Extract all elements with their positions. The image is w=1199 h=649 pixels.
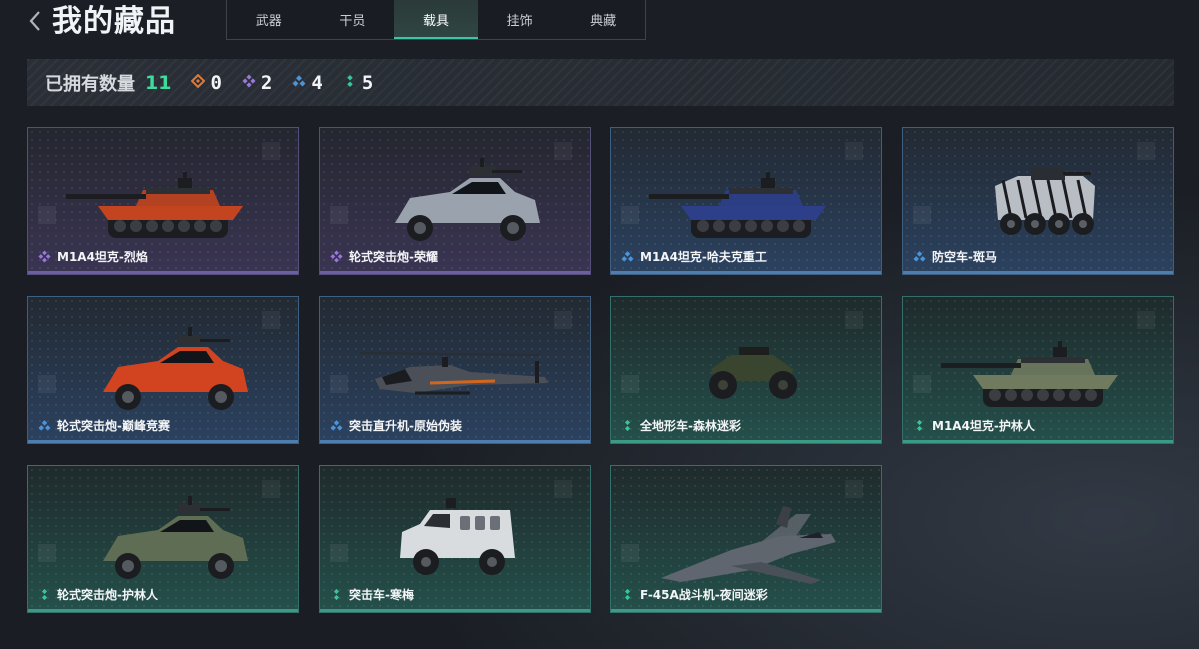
vehicle-card-label: 全地形车-森林迷彩 <box>621 417 741 434</box>
vehicle-card[interactable]: 全地形车-森林迷彩 <box>610 296 882 444</box>
tab-vehicles[interactable]: 载具 <box>394 0 478 39</box>
vehicle-name: 全地形车-森林迷彩 <box>640 419 741 433</box>
vehicle-card-label: 轮式突击炮-护林人 <box>38 586 158 603</box>
rarity-green-icon <box>330 588 343 601</box>
rarity-bar <box>611 271 881 274</box>
rarity-bar <box>28 609 298 612</box>
vehicle-name: 轮式突击炮-荣耀 <box>349 250 438 264</box>
rarity-bar <box>320 271 590 274</box>
vehicle-card[interactable]: 轮式突击炮-巅峰竞赛 <box>27 296 299 444</box>
tab-operators[interactable]: 干员 <box>311 0 395 39</box>
rarity-bar <box>320 440 590 443</box>
rarity-green-icon <box>913 419 926 432</box>
vehicle-card-label: F-45A战斗机-夜间迷彩 <box>621 586 768 603</box>
stat-orange-count: 0 <box>210 71 222 94</box>
vehicle-card-label: 轮式突击炮-荣耀 <box>330 248 438 265</box>
rarity-bar <box>611 609 881 612</box>
rarity-orange-icon <box>191 73 206 92</box>
rarity-bar <box>28 440 298 443</box>
rarity-bar <box>903 440 1173 443</box>
rarity-purple-icon <box>242 73 256 92</box>
tab-charms[interactable]: 挂饰 <box>478 0 562 39</box>
stat-green-count: 5 <box>361 71 374 94</box>
vehicle-card-label: M1A4坦克-烈焰 <box>38 248 148 265</box>
vehicle-card-label: 突击车-寒梅 <box>330 586 414 603</box>
rarity-blue-icon <box>913 250 926 263</box>
stat-green: 5 <box>343 72 373 94</box>
tab-weapons[interactable]: 武器 <box>227 0 311 39</box>
vehicle-card-label: M1A4坦克-护林人 <box>913 417 1035 434</box>
rarity-blue-icon <box>38 419 51 432</box>
vehicle-card[interactable]: 突击车-寒梅 <box>319 465 591 613</box>
vehicle-name: 防空车-斑马 <box>932 250 997 264</box>
page-title: 我的藏品 <box>52 4 176 39</box>
rarity-green-icon <box>621 588 634 601</box>
vehicle-card-label: M1A4坦克-哈夫克重工 <box>621 248 767 265</box>
rarity-bar <box>903 271 1173 274</box>
rarity-purple-icon <box>330 250 343 263</box>
rarity-green-icon <box>621 419 634 432</box>
vehicle-card-label: 轮式突击炮-巅峰竞赛 <box>38 417 170 434</box>
stat-orange: 0 <box>191 71 222 94</box>
tab-collections[interactable]: 典藏 <box>561 0 645 39</box>
vehicle-card[interactable]: M1A4坦克-护林人 <box>902 296 1174 444</box>
vehicle-card[interactable]: F-45A战斗机-夜间迷彩 <box>610 465 882 613</box>
vehicle-card[interactable]: M1A4坦克-哈夫克重工 <box>610 127 882 275</box>
rarity-blue-icon <box>330 419 343 432</box>
rarity-blue-icon <box>292 73 306 92</box>
stat-purple: 2 <box>242 72 272 94</box>
stat-blue: 4 <box>292 71 323 94</box>
owned-count-total: 11 <box>145 71 172 94</box>
vehicle-card[interactable]: 防空车-斑马 <box>902 127 1174 275</box>
chevron-left-icon <box>29 11 40 31</box>
vehicle-card-label: 突击直升机-原始伪装 <box>330 417 462 434</box>
vehicle-card[interactable]: M1A4坦克-烈焰 <box>27 127 299 275</box>
vehicle-name: M1A4坦克-烈焰 <box>57 250 148 264</box>
rarity-purple-icon <box>38 250 51 263</box>
vehicle-name: 突击车-寒梅 <box>349 588 414 602</box>
stat-blue-count: 4 <box>311 71 323 94</box>
vehicle-name: 轮式突击炮-巅峰竞赛 <box>57 419 170 433</box>
vehicle-card[interactable]: 轮式突击炮-荣耀 <box>319 127 591 275</box>
vehicle-name: 突击直升机-原始伪装 <box>349 419 462 433</box>
rarity-blue-icon <box>621 250 634 263</box>
vehicle-name: F-45A战斗机-夜间迷彩 <box>640 588 768 602</box>
rarity-bar <box>611 440 881 443</box>
vehicle-name: M1A4坦克-护林人 <box>932 419 1035 433</box>
owned-count-label: 已拥有数量 <box>45 73 135 95</box>
back-button[interactable] <box>24 6 46 36</box>
stat-purple-count: 2 <box>260 71 273 94</box>
rarity-green-icon <box>38 588 51 601</box>
vehicle-name: M1A4坦克-哈夫克重工 <box>640 250 767 264</box>
vehicle-card-label: 防空车-斑马 <box>913 248 997 265</box>
owned-stats-bar: 已拥有数量 11 0 2 4 5 <box>27 59 1174 106</box>
vehicle-card[interactable]: 突击直升机-原始伪装 <box>319 296 591 444</box>
rarity-bar <box>28 271 298 274</box>
vehicle-card[interactable]: 轮式突击炮-护林人 <box>27 465 299 613</box>
rarity-bar <box>320 609 590 612</box>
vehicle-name: 轮式突击炮-护林人 <box>57 588 158 602</box>
category-tabs: 武器 干员 载具 挂饰 典藏 <box>226 0 646 40</box>
rarity-green-icon <box>343 73 357 92</box>
